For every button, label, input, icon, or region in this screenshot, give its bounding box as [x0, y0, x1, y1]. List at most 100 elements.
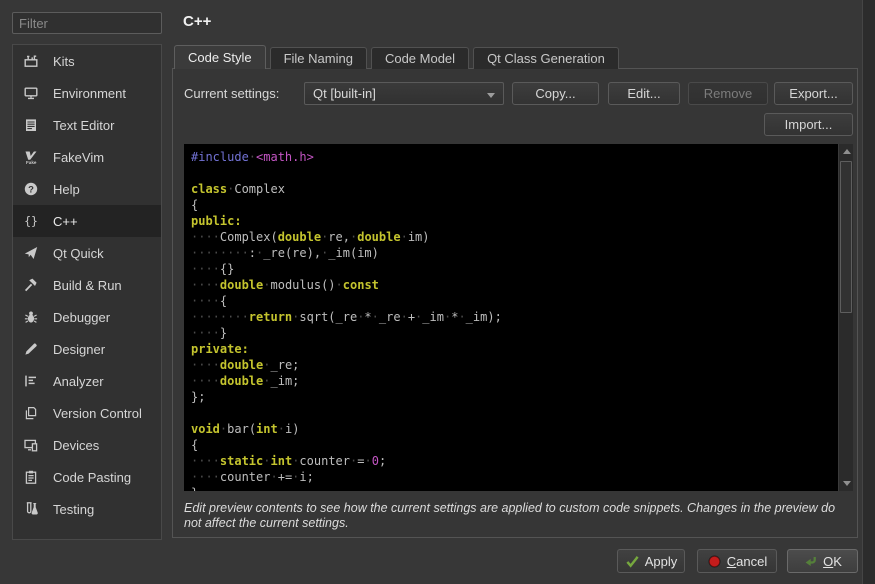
- code-line: ····double·modulus()·const: [191, 277, 838, 293]
- pages-icon: [22, 405, 40, 421]
- code-line: ····double·_im;: [191, 373, 838, 389]
- sidebar-item-devices[interactable]: Devices: [13, 429, 161, 461]
- code-line: ····{: [191, 293, 838, 309]
- code-editor-text[interactable]: #include·<math.h> class·Complex{public:·…: [184, 144, 838, 491]
- scroll-down-icon[interactable]: [839, 476, 853, 491]
- button-label: Apply: [645, 554, 678, 569]
- sidebar-item-analyzer[interactable]: Analyzer: [13, 365, 161, 397]
- code-line: {: [191, 437, 838, 453]
- code-style-panel: Current settings: Qt [built-in] Copy... E…: [172, 68, 858, 538]
- preview-note: Edit preview contents to see how the cur…: [184, 501, 850, 531]
- sidebar-item-designer[interactable]: Designer: [13, 333, 161, 365]
- edit-button[interactable]: Edit...: [608, 82, 680, 105]
- scroll-up-icon[interactable]: [839, 144, 853, 159]
- sidebar-item-label: Debugger: [53, 310, 110, 325]
- pencil-icon: [22, 341, 40, 357]
- filter-input[interactable]: [12, 12, 162, 34]
- tab-bar: Code StyleFile NamingCode ModelQt Class …: [174, 45, 619, 69]
- stop-icon: [707, 554, 722, 569]
- sidebar-item-label: Environment: [53, 86, 126, 101]
- code-scrollbar[interactable]: [838, 144, 853, 491]
- svg-text:?: ?: [28, 184, 34, 195]
- sidebar-item-text-editor[interactable]: Text Editor: [13, 109, 161, 141]
- flask-icon: [22, 501, 40, 517]
- sidebar-item-label: FakeVim: [53, 150, 104, 165]
- sidebar-item-debugger[interactable]: Debugger: [13, 301, 161, 333]
- options-dialog: Kits Environment Text Editor Fake FakeVim? He…: [0, 0, 875, 584]
- code-line: ········return·sqrt(_re·*·_re·+·_im·*·_i…: [191, 309, 838, 325]
- hammer-icon: [22, 277, 40, 293]
- devices-icon: [22, 437, 40, 453]
- code-line: #include·<math.h>: [191, 149, 838, 165]
- sidebar-item-label: C++: [53, 214, 78, 229]
- svg-text:{}: {}: [24, 214, 38, 228]
- code-line: }: [191, 485, 838, 491]
- tab-qt-class-generation[interactable]: Qt Class Generation: [473, 47, 619, 69]
- sidebar-nav: Kits Environment Text Editor Fake FakeVim? He…: [12, 44, 162, 540]
- document-icon: [22, 117, 40, 133]
- sidebar-item-qt-quick[interactable]: Qt Quick: [13, 237, 161, 269]
- code-line: [191, 405, 838, 421]
- sidebar-item-fakevim[interactable]: Fake FakeVim: [13, 141, 161, 173]
- analyzer-icon: [22, 373, 40, 389]
- sidebar-item-label: Analyzer: [53, 374, 104, 389]
- sidebar-item-label: Kits: [53, 54, 75, 69]
- code-line: };: [191, 389, 838, 405]
- tab-file-naming[interactable]: File Naming: [270, 47, 367, 69]
- sidebar-item-label: Help: [53, 182, 80, 197]
- sidebar-item-label: Testing: [53, 502, 94, 517]
- check-icon: [625, 554, 640, 569]
- sidebar-item-kits[interactable]: Kits: [13, 45, 161, 77]
- sidebar-item-code-pasting[interactable]: Code Pasting: [13, 461, 161, 493]
- sidebar-item-help[interactable]: ? Help: [13, 173, 161, 205]
- current-settings-dropdown[interactable]: Qt [built-in]: [304, 82, 504, 105]
- apply-button[interactable]: Apply: [617, 549, 685, 573]
- sidebar-item-build-run[interactable]: Build & Run: [13, 269, 161, 301]
- code-line: void·bar(int·i): [191, 421, 838, 437]
- toolbox-icon: [22, 53, 40, 69]
- code-line: ····static·int·counter·=·0;: [191, 453, 838, 469]
- export-button[interactable]: Export...: [774, 82, 853, 105]
- code-line: ····counter·+=·i;: [191, 469, 838, 485]
- remove-button: Remove: [688, 82, 768, 105]
- code-line: ········:·_re(re),·_im(im): [191, 245, 838, 261]
- sidebar-item-label: Text Editor: [53, 118, 114, 133]
- code-line: ····}: [191, 325, 838, 341]
- code-line: {: [191, 197, 838, 213]
- sidebar-item-label: Qt Quick: [53, 246, 104, 261]
- tab-code-style[interactable]: Code Style: [174, 45, 266, 69]
- scrollbar-thumb[interactable]: [840, 161, 852, 313]
- import-button[interactable]: Import...: [764, 113, 853, 136]
- clipboard-icon: [22, 469, 40, 485]
- dropdown-value: Qt [built-in]: [313, 86, 376, 101]
- code-line: [191, 165, 838, 181]
- bug-icon: [22, 309, 40, 325]
- braces-icon: {}: [22, 213, 40, 229]
- code-line: public:: [191, 213, 838, 229]
- monitor-icon: [22, 85, 40, 101]
- cancel-button[interactable]: Cancel: [697, 549, 777, 573]
- code-line: ····{}: [191, 261, 838, 277]
- sidebar-item-testing[interactable]: Testing: [13, 493, 161, 525]
- code-line: private:: [191, 341, 838, 357]
- current-settings-label: Current settings:: [184, 86, 279, 101]
- code-preview[interactable]: #include·<math.h> class·Complex{public:·…: [184, 144, 853, 491]
- sidebar-item-c++[interactable]: {} C++: [13, 205, 161, 237]
- help-icon: ?: [22, 181, 40, 197]
- svg-text:Fake: Fake: [26, 160, 37, 165]
- sidebar-item-label: Code Pasting: [53, 470, 131, 485]
- code-line: ····Complex(double·re,·double·im): [191, 229, 838, 245]
- dialog-scrollbar-gutter[interactable]: [862, 0, 875, 584]
- vim-icon: Fake: [22, 149, 40, 165]
- copy-button[interactable]: Copy...: [512, 82, 599, 105]
- sidebar-item-label: Designer: [53, 342, 105, 357]
- sidebar-item-label: Version Control: [53, 406, 142, 421]
- sidebar-item-environment[interactable]: Environment: [13, 77, 161, 109]
- page-title: C++: [183, 13, 211, 30]
- sidebar-item-version-control[interactable]: Version Control: [13, 397, 161, 429]
- chevron-down-icon: [487, 93, 495, 98]
- button-label: Cancel: [727, 554, 767, 569]
- tab-code-model[interactable]: Code Model: [371, 47, 469, 69]
- return-arrow-icon: [803, 554, 818, 569]
- ok-button[interactable]: OK: [787, 549, 858, 573]
